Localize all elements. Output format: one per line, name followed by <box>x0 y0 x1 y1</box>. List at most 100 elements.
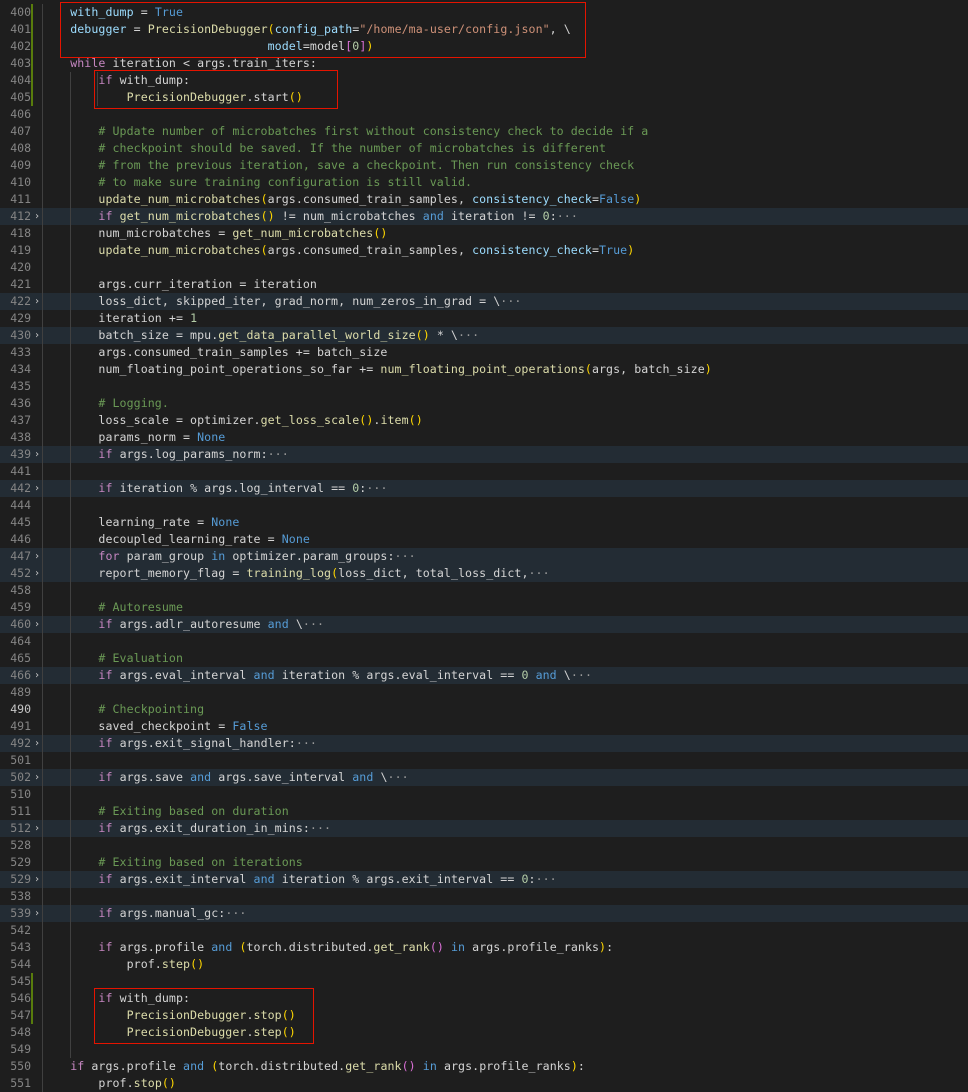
code-line[interactable]: 465 # Evaluation <box>0 650 968 667</box>
code-line[interactable]: 542 <box>0 922 968 939</box>
code-line[interactable]: 434 num_floating_point_operations_so_far… <box>0 361 968 378</box>
line-number: 419 <box>10 243 31 257</box>
line-number: 528 <box>10 838 31 852</box>
code-token: num_floating_point_operations <box>380 362 585 376</box>
fold-chevron-right-icon[interactable]: › <box>33 446 41 463</box>
code-token: ) <box>627 243 635 257</box>
code-line[interactable]: 464 <box>0 633 968 650</box>
folded-code-line[interactable]: 460 › if args.adlr_autoresume and \··· <box>0 616 968 633</box>
code-line[interactable]: 551 prof.stop() <box>0 1075 968 1092</box>
line-number: 464 <box>10 634 31 648</box>
code-line[interactable]: 511 # Exiting based on duration <box>0 803 968 820</box>
code-line[interactable]: 408 # checkpoint should be saved. If the… <box>0 140 968 157</box>
line-number: 436 <box>10 396 31 410</box>
code-token: ··· <box>302 617 325 631</box>
line-number: 490 <box>10 702 31 716</box>
code-line[interactable]: 543 if args.profile and (torch.distribut… <box>0 939 968 956</box>
fold-chevron-right-icon[interactable]: › <box>33 327 41 344</box>
code-line[interactable]: 441 <box>0 463 968 480</box>
fold-chevron-right-icon[interactable]: › <box>33 871 41 888</box>
folded-code-line[interactable]: 466 › if args.eval_interval and iteration… <box>0 667 968 684</box>
code-line[interactable]: 410 # to make sure training configuratio… <box>0 174 968 191</box>
code-token: if <box>98 209 113 223</box>
fold-chevron-right-icon[interactable]: › <box>33 548 41 565</box>
fold-chevron-right-icon[interactable]: › <box>33 735 41 752</box>
code-line[interactable]: 444 <box>0 497 968 514</box>
code-token: iteration < args.train_iters: <box>105 56 317 70</box>
fold-chevron-right-icon[interactable]: › <box>33 565 41 582</box>
code-token: saved_checkpoint = <box>98 719 233 733</box>
code-line[interactable]: 407 # Update number of microbatches firs… <box>0 123 968 140</box>
fold-chevron-right-icon[interactable]: › <box>33 208 41 225</box>
folded-code-line[interactable]: 422 › loss_dict, skipped_iter, grad_norm,… <box>0 293 968 310</box>
fold-chevron-right-icon[interactable]: › <box>33 616 41 633</box>
code-line[interactable]: 538 <box>0 888 968 905</box>
folded-code-line[interactable]: 512 › if args.exit_duration_in_mins:··· <box>0 820 968 837</box>
code-token: iteration != <box>443 209 543 223</box>
folded-code-line[interactable]: 492 › if args.exit_signal_handler:··· <box>0 735 968 752</box>
code-line[interactable]: 438 params_norm = None <box>0 429 968 446</box>
folded-code-line[interactable]: 452 › report_memory_flag = training_log(l… <box>0 565 968 582</box>
code-line[interactable]: 489 <box>0 684 968 701</box>
code-line[interactable]: 490 # Checkpointing <box>0 701 968 718</box>
line-number: 458 <box>10 583 31 597</box>
folded-code-line[interactable]: 439 › if args.log_params_norm:··· <box>0 446 968 463</box>
fold-chevron-right-icon[interactable]: › <box>33 667 41 684</box>
line-number: 410 <box>10 175 31 189</box>
code-line[interactable]: 409 # from the previous iteration, save … <box>0 157 968 174</box>
code-token: ( <box>260 192 268 206</box>
code-text: loss_scale = optimizer.get_loss_scale().… <box>42 412 423 429</box>
code-line[interactable]: 459 # Autoresume <box>0 599 968 616</box>
code-token: != num_microbatches <box>274 209 423 223</box>
code-text: if args.profile and (torch.distributed.g… <box>42 1058 585 1075</box>
line-number: 430 <box>10 328 31 342</box>
code-text: # Autoresume <box>42 599 183 616</box>
code-line[interactable]: 429 iteration += 1 <box>0 310 968 327</box>
code-line[interactable]: 420 <box>0 259 968 276</box>
fold-chevron-right-icon[interactable]: › <box>33 480 41 497</box>
code-editor[interactable]: 400 with_dump = True 401 debugger = Preci… <box>0 0 968 1092</box>
code-line[interactable]: 544 prof.step() <box>0 956 968 973</box>
line-number: 441 <box>10 464 31 478</box>
code-line[interactable]: 501 <box>0 752 968 769</box>
code-line[interactable]: 446 decoupled_learning_rate = None <box>0 531 968 548</box>
folded-code-line[interactable]: 539 › if args.manual_gc:··· <box>0 905 968 922</box>
fold-chevron-right-icon[interactable]: › <box>33 293 41 310</box>
code-line[interactable]: 411 update_num_microbatches(args.consume… <box>0 191 968 208</box>
folded-code-line[interactable]: 447 › for param_group in optimizer.param_… <box>0 548 968 565</box>
line-number: 452 <box>10 566 31 580</box>
code-line[interactable]: 419 update_num_microbatches(args.consume… <box>0 242 968 259</box>
code-token: args.consumed_train_samples += batch_siz… <box>98 345 388 359</box>
code-line[interactable]: 421 args.curr_iteration = iteration <box>0 276 968 293</box>
code-token: update_num_microbatches <box>98 243 261 257</box>
fold-chevron-right-icon[interactable]: › <box>33 769 41 786</box>
code-token: False <box>599 192 635 206</box>
code-line[interactable]: 436 # Logging. <box>0 395 968 412</box>
folded-code-line[interactable]: 412 › if get_num_microbatches() != num_mi… <box>0 208 968 225</box>
code-line[interactable]: 433 args.consumed_train_samples += batch… <box>0 344 968 361</box>
folded-code-line[interactable]: 430 › batch_size = mpu.get_data_parallel_… <box>0 327 968 344</box>
line-number: 435 <box>10 379 31 393</box>
code-line[interactable]: 418 num_microbatches = get_num_microbatc… <box>0 225 968 242</box>
code-token: ··· <box>267 447 289 461</box>
code-line[interactable]: 550 if args.profile and (torch.distribut… <box>0 1058 968 1075</box>
code-token: args.profile_ranks <box>436 1059 571 1073</box>
fold-chevron-right-icon[interactable]: › <box>33 820 41 837</box>
folded-code-line[interactable]: 502 › if args.save and args.save_interval… <box>0 769 968 786</box>
folded-code-line[interactable]: 529 › if args.exit_interval and iteration… <box>0 871 968 888</box>
code-line[interactable]: 529 # Exiting based on iterations <box>0 854 968 871</box>
code-line[interactable]: 458 <box>0 582 968 599</box>
code-token: batch_size = mpu. <box>98 328 219 342</box>
code-line[interactable]: 491 saved_checkpoint = False <box>0 718 968 735</box>
code-line[interactable]: 510 <box>0 786 968 803</box>
code-line[interactable]: 435 <box>0 378 968 395</box>
code-token: step <box>161 957 191 971</box>
code-line[interactable]: 528 <box>0 837 968 854</box>
fold-chevron-right-icon[interactable]: › <box>33 905 41 922</box>
code-line[interactable]: 437 loss_scale = optimizer.get_loss_scal… <box>0 412 968 429</box>
code-line[interactable]: 445 learning_rate = None <box>0 514 968 531</box>
folded-code-line[interactable]: 442 › if iteration % args.log_interval ==… <box>0 480 968 497</box>
